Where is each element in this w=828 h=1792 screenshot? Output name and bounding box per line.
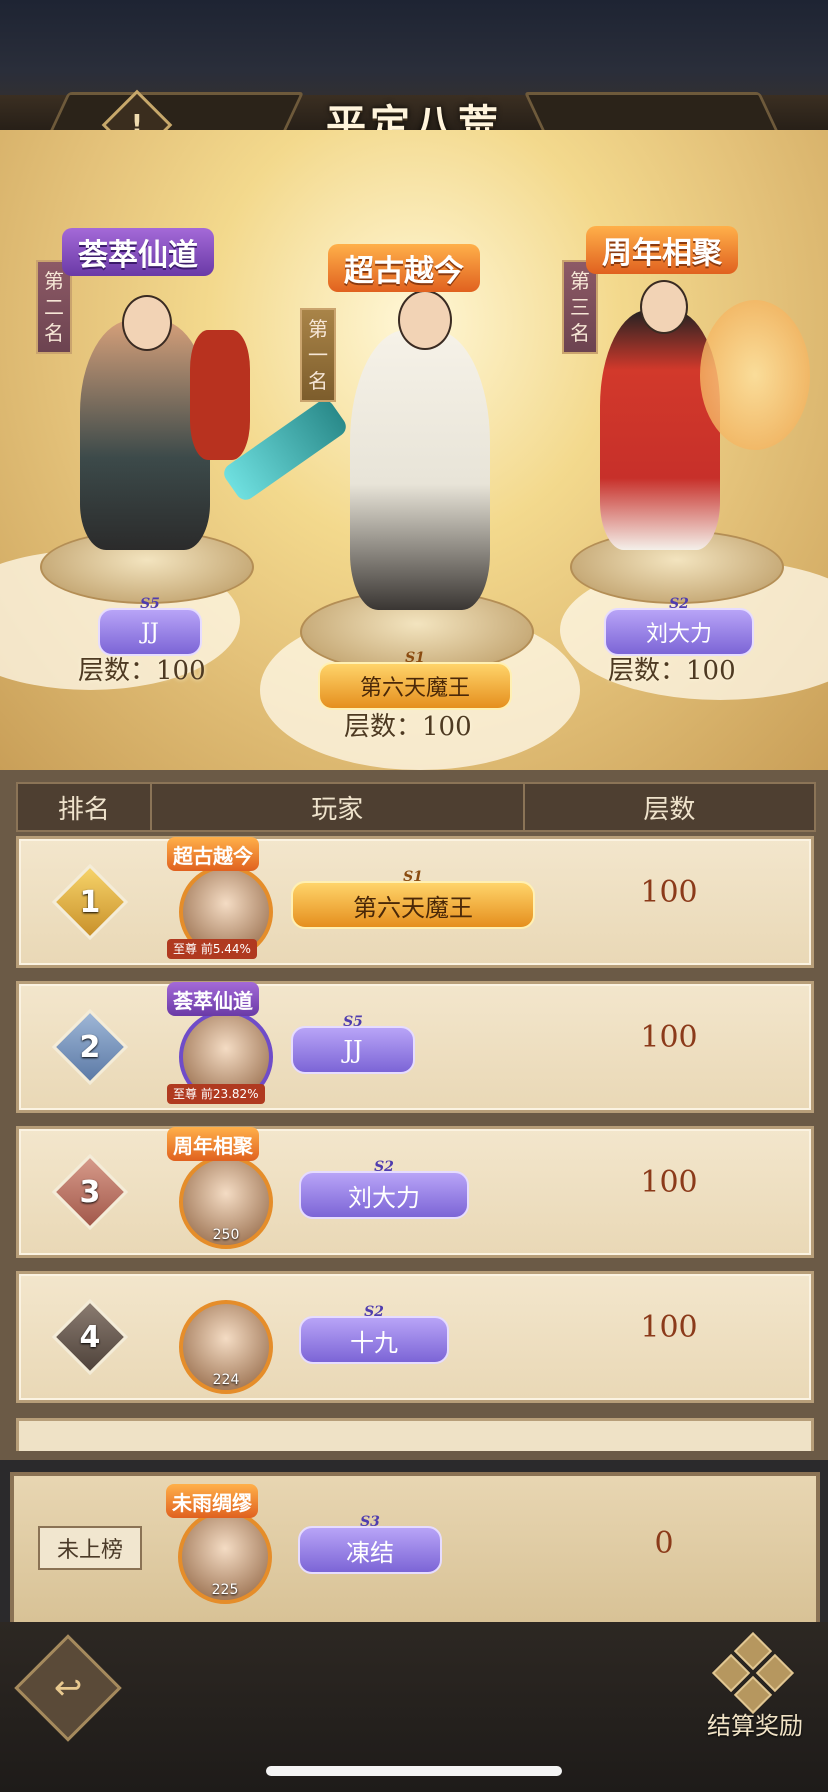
player-name: 刘大力 [348,1183,420,1212]
rank-label-first: 第一名 [300,308,336,402]
reward-grid-icon [711,1631,795,1715]
avatar-level: 250 [212,1227,240,1243]
floor-value: 100 [640,1165,698,1200]
column-header-rank: 排名 [18,784,152,830]
avatar[interactable]: 250 [179,1155,273,1249]
character-third-head [640,280,688,334]
table-row-partial[interactable] [16,1418,814,1451]
floor-value: 0 [654,1526,674,1561]
player-title-badge: 超古越今 [167,837,259,871]
name-plate-second[interactable]: S5 JJ [98,596,202,656]
season-badge: S1 [405,650,425,666]
season-badge: S2 [364,1304,384,1320]
avatar-level: 224 [212,1372,240,1388]
settlement-reward-button[interactable]: 结算奖励 [700,1631,810,1744]
name-plate[interactable]: S3 凍结 [298,1514,442,1574]
back-arrow-icon: ↩ [53,1668,83,1708]
season-badge: S5 [140,596,160,612]
floor-value: 100 [640,1020,698,1055]
rank-badge: 2 [51,1008,129,1086]
table-row[interactable]: 4 224 S2 十九 100 [16,1271,814,1403]
rank-percentile: 至尊 前5.44% [167,939,257,959]
character-third[interactable] [600,310,720,550]
season-badge: S1 [403,869,423,885]
player-name: 凍结 [346,1538,394,1567]
name-plate[interactable]: S5 JJ [291,1014,415,1074]
season-badge: S3 [360,1514,380,1530]
unranked-label: 未上榜 [38,1526,142,1570]
table-row[interactable]: 3 250 周年相聚 S2 刘大力 100 [16,1126,814,1258]
avatar-level: 225 [211,1582,239,1598]
character-third-weapon [700,300,810,450]
my-ranking-row[interactable]: 未上榜 225 未雨绸缪 S3 凍结 0 [10,1472,820,1626]
player-title-badge: 未雨绸缪 [166,1484,258,1518]
table-row[interactable]: 2 荟萃仙道 至尊 前23.82% S5 JJ 100 [16,981,814,1113]
table-row[interactable]: 1 超古越今 至尊 前5.44% S1 第六天魔王 100 [16,836,814,968]
season-badge: S2 [669,596,689,612]
player-name: JJ [141,619,159,645]
avatar[interactable]: 224 [179,1300,273,1394]
home-indicator[interactable] [266,1766,562,1776]
table-header: 排名 玩家 层数 [16,782,816,832]
rank-badge: 3 [51,1153,129,1231]
season-badge: S2 [374,1159,394,1175]
rank-label-third: 第三名 [562,260,598,354]
title-badge-first: 超古越今 [328,244,480,292]
player-title-badge: 荟萃仙道 [167,982,259,1016]
player-name: JJ [343,1036,363,1064]
floor-count-third: 层数：100 [608,656,736,686]
character-second-head [122,295,172,351]
player-name: 第六天魔王 [359,676,470,701]
top-header: ! 平定八荒 [0,0,828,161]
character-second-weapon [190,330,250,460]
floor-count-first: 层数：100 [344,712,472,742]
floor-value: 100 [640,875,698,910]
rank-badge: 4 [51,1298,129,1376]
player-name: 十九 [350,1328,398,1357]
reward-label: 结算奖励 [707,1712,803,1740]
rank-percentile: 至尊 前23.82% [167,1084,265,1104]
floor-value: 100 [640,1310,698,1345]
column-header-player: 玩家 [152,784,525,830]
title-badge-third: 周年相聚 [586,226,738,274]
name-plate-third[interactable]: S2 刘大力 [604,596,754,656]
name-plate[interactable]: S1 第六天魔王 [291,869,535,929]
player-name: 第六天魔王 [353,893,473,922]
season-badge: S5 [343,1014,363,1030]
title-badge-second: 荟萃仙道 [62,228,214,276]
name-plate[interactable]: S2 十九 [299,1304,449,1364]
podium-top-three: 第二名 荟萃仙道 S5 JJ 层数：100 第一名 超古越今 S1 第六天魔王 … [0,130,828,770]
column-header-floor: 层数 [643,794,696,825]
rank-badge: 1 [51,863,129,941]
character-first[interactable] [350,330,490,610]
player-name: 刘大力 [645,622,712,647]
avatar[interactable]: 225 [178,1510,272,1604]
name-plate-first[interactable]: S1 第六天魔王 [318,650,512,710]
ranking-table: 排名 玩家 层数 1 超古越今 至尊 前5.44% S1 第六天魔王 100 2… [0,770,828,1460]
name-plate[interactable]: S2 刘大力 [299,1159,469,1219]
character-first-head [398,290,452,350]
floor-count-second: 层数：100 [78,656,206,686]
player-title-badge: 周年相聚 [167,1127,259,1161]
